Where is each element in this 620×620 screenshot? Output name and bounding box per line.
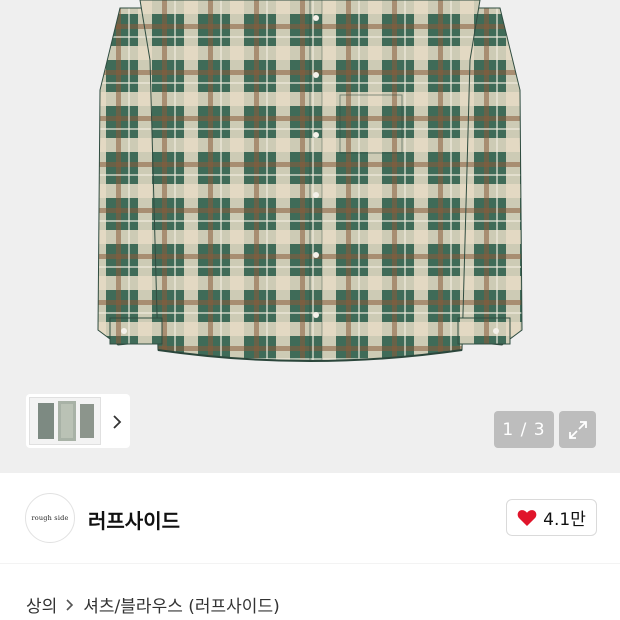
brand-logo[interactable]: rough side [25,493,75,543]
expand-arrows-icon [568,420,587,439]
breadcrumb-category[interactable]: 상의 [26,592,57,617]
image-counter: 1 / 3 [494,411,554,448]
thumbnail-next-button[interactable] [106,411,128,433]
like-count: 4.1만 [543,510,586,530]
chevron-right-icon [113,415,122,429]
heart-icon [517,509,537,526]
section-divider [0,563,620,564]
brand-name[interactable]: 러프사이드 [88,505,180,534]
breadcrumb: 상의 셔츠/블라우스 (러프사이드) [26,592,280,617]
chevron-right-icon [65,598,75,612]
like-button[interactable]: 4.1만 [506,499,597,536]
thumbnail-image[interactable] [29,397,101,445]
expand-image-button[interactable] [559,411,596,448]
image-counter-text: 1 / 3 [502,419,546,440]
product-image-gallery[interactable]: 1 / 3 [0,0,620,473]
brand-logo-text: rough side [31,514,69,522]
breadcrumb-subcategory[interactable]: 셔츠/블라우스 (러프사이드) [83,592,279,617]
